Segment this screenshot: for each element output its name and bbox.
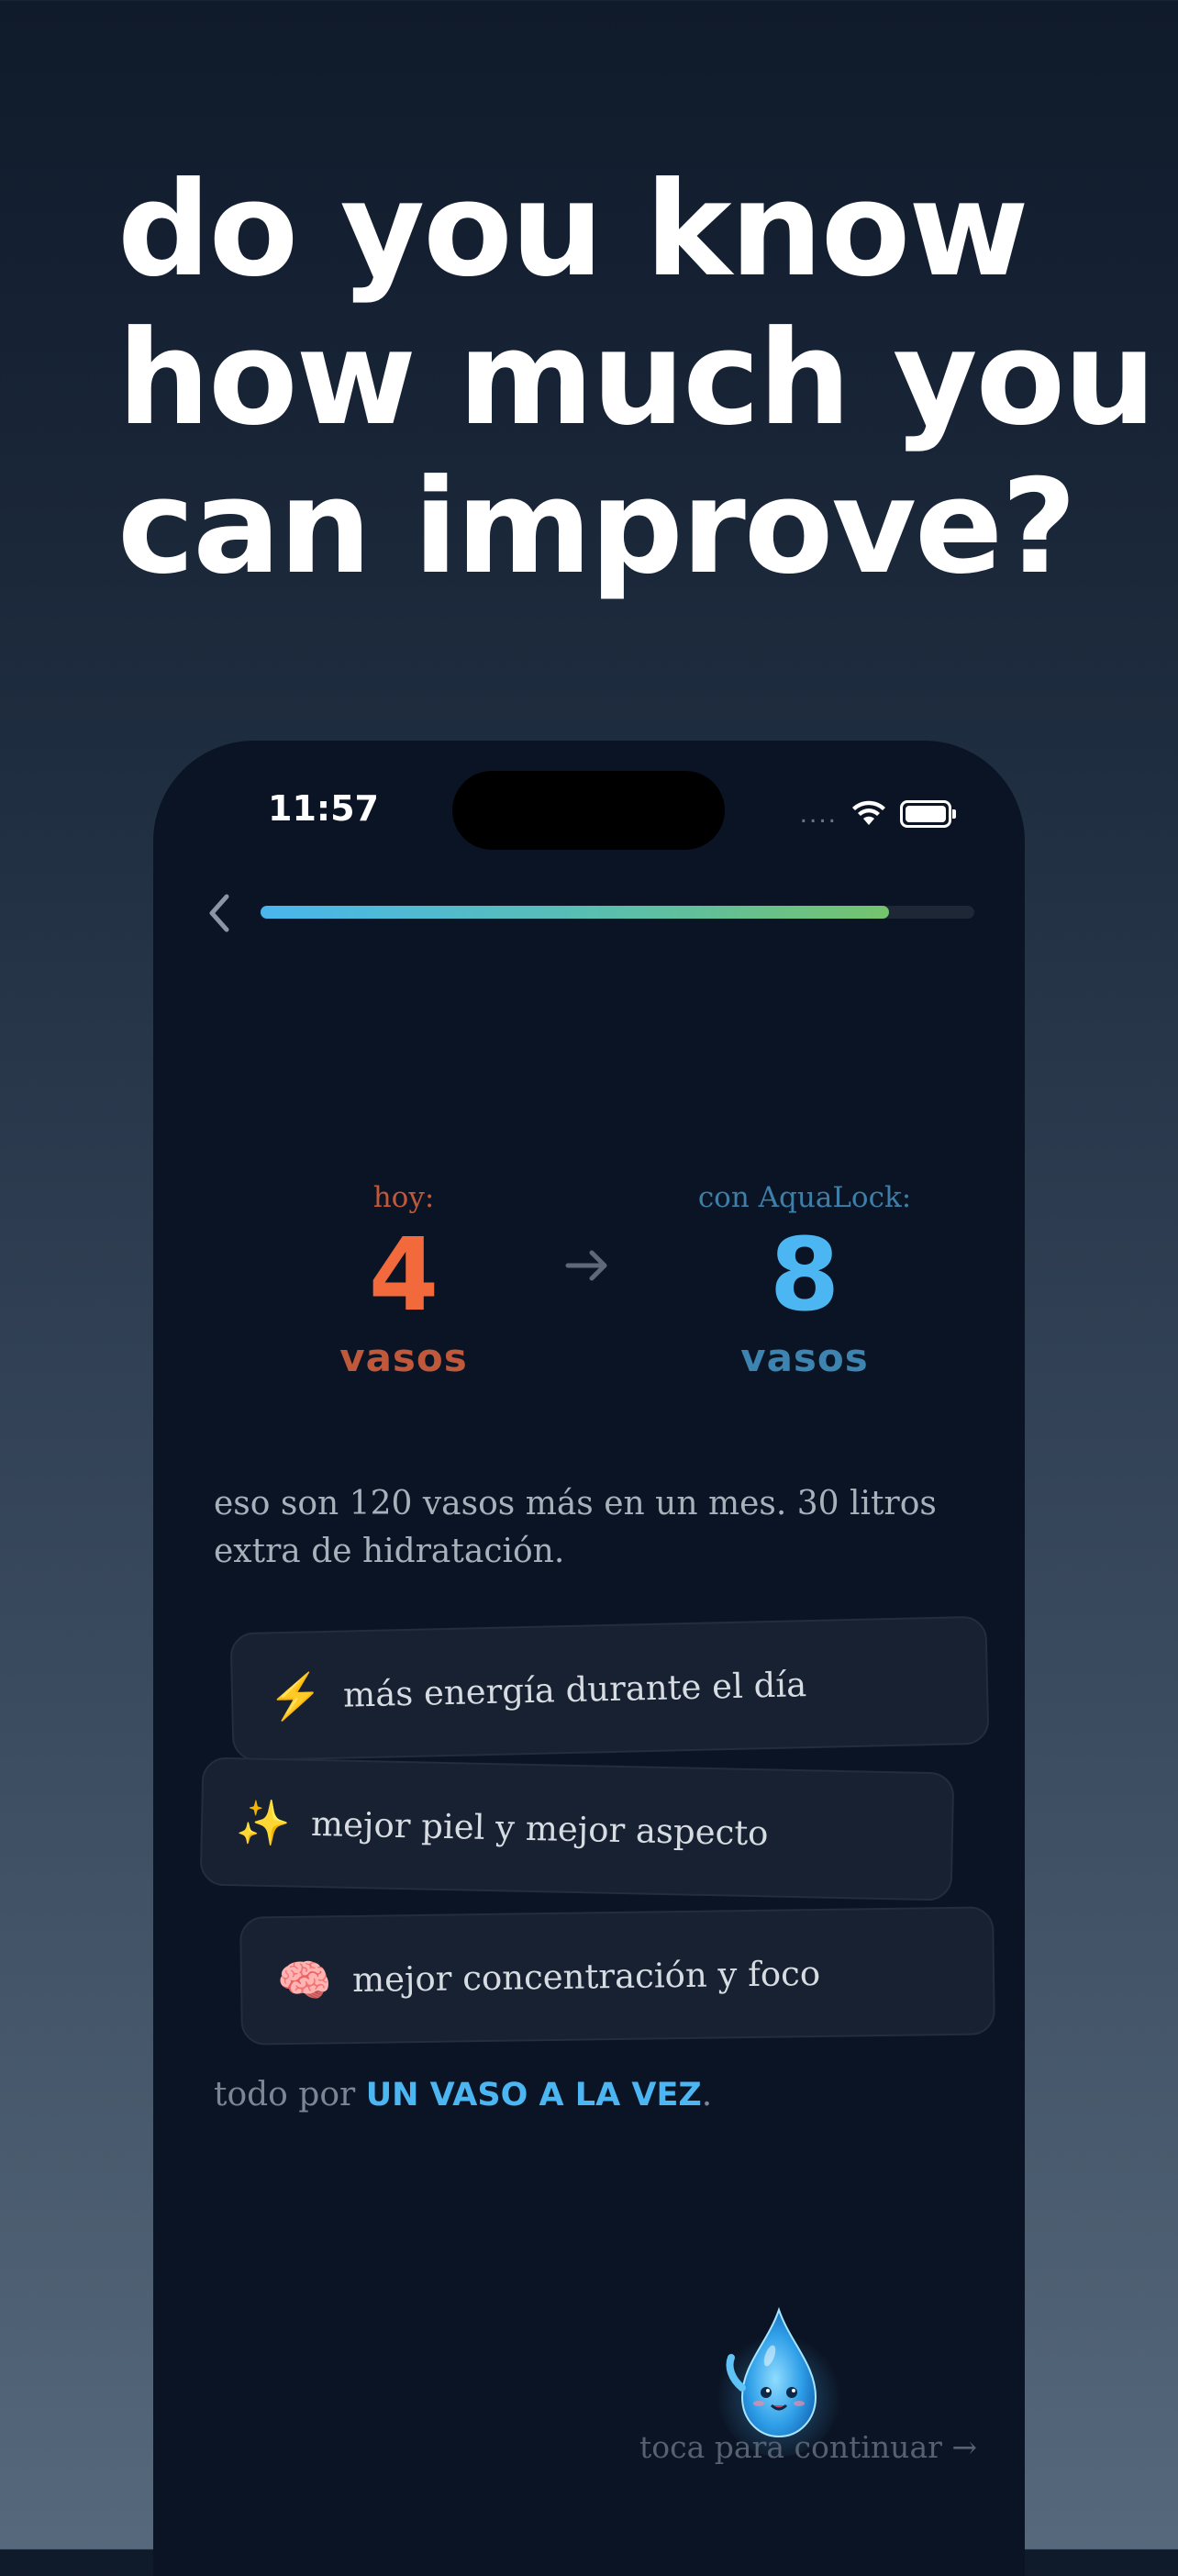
lightning-icon: ⚡ [267,1671,324,1722]
benefit-text: más energía durante el día [342,1664,807,1715]
tagline-prefix: todo por [214,2076,366,2113]
progress-bar [261,906,974,919]
tagline-suffix: . [701,2076,713,2113]
progress-bar-fill [261,906,889,919]
benefit-text: mejor concentración y foco [351,1953,821,2000]
summary-text: eso son 120 vasos más en un mes. 30 litr… [214,1485,937,1570]
today-column: hoy: 4 vasos [266,1181,541,1380]
benefit-card-focus: 🧠 mejor concentración y foco [239,1906,995,2046]
today-value: 4 [368,1216,439,1333]
status-icons: .... [799,796,956,832]
aqualock-column: con AquaLock: 8 vasos [667,1181,942,1380]
arrow-right-icon [565,1250,607,1281]
headline-line-2: how much you [117,303,1156,454]
benefit-card-skin: ✨ mejor piel y mejor aspecto [199,1756,955,1901]
benefit-card-energy: ⚡ más energía durante el día [229,1615,990,1762]
headline-line-3: can improve? [117,452,1077,603]
sparkles-icon: ✨ [235,1798,292,1848]
dynamic-island [452,771,725,850]
wifi-icon [852,800,885,825]
status-time: 11:57 [268,788,379,829]
today-unit: vasos [339,1335,468,1380]
aqualock-value: 8 [769,1216,840,1333]
headline: do you know how much you can improve? [117,154,1156,603]
battery-icon [900,800,956,828]
today-label: hoy: [372,1181,435,1214]
phone-screen: 11:57 .... hoy: 4 vasos con AquaLock: 8 … [153,741,1025,2576]
aqualock-label: con AquaLock: [697,1181,912,1214]
tagline-highlight: UN VASO A LA VEZ [365,2077,702,2113]
comparison: hoy: 4 vasos con AquaLock: 8 vasos [153,1181,1025,1380]
brain-icon: 🧠 [276,1956,333,2006]
headline-line-1: do you know [117,154,1029,306]
tagline: todo por UN VASO A LA VEZ. [214,2076,712,2113]
signal-icon: .... [799,798,838,829]
aqualock-unit: vasos [740,1335,869,1380]
benefit-text: mejor piel y mejor aspecto [310,1803,769,1853]
continue-hint[interactable]: toca para continuar → [639,2429,977,2465]
chevron-left-icon[interactable] [201,886,238,941]
